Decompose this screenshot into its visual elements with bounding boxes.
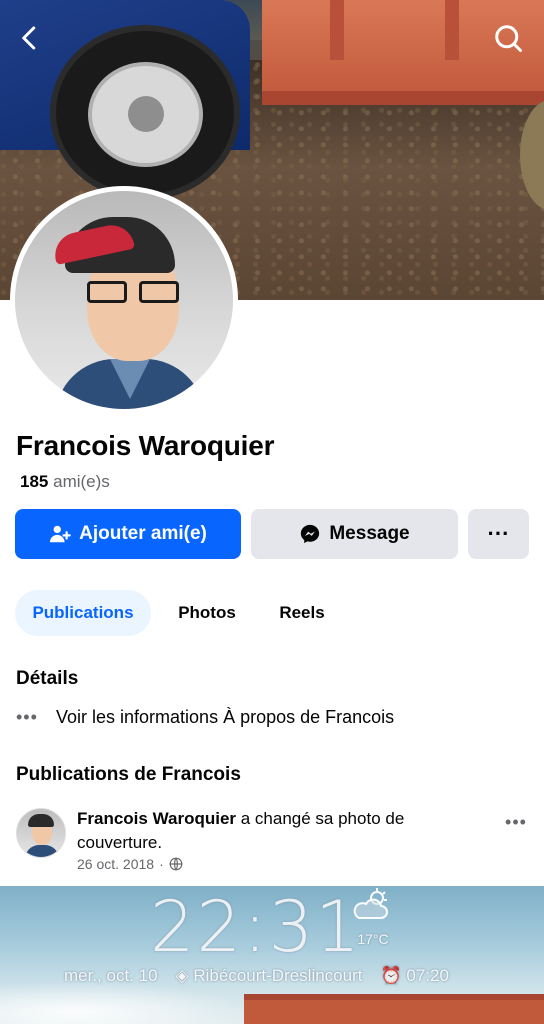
image-clock: 22:31 [150,886,362,968]
cover-trailer-post [445,0,459,60]
weather-icon [353,888,388,919]
post-avatar-cap [28,814,54,827]
cover-trailer-post [330,0,344,60]
more-options-button[interactable]: ··· [468,509,529,559]
profile-picture[interactable] [10,186,238,414]
post-header-text: Francois Waroquier a changé sa photo de … [77,807,477,855]
more-icon: ··· [487,521,510,546]
about-link[interactable]: ••• Voir les informations À propos de Fr… [16,707,394,728]
post-meta-separator: · [159,856,164,872]
image-location: Ribécourt-Dreslincourt [193,966,363,985]
friends-count-number: 185 [20,472,49,491]
image-alarm: 07:20 [406,966,449,985]
image-date: mer., oct. 10 [64,966,158,985]
message-button[interactable]: Message [251,509,458,559]
image-temperature: 17°C [357,931,389,947]
search-icon [495,25,522,52]
post-author-avatar[interactable] [16,808,66,858]
avatar-glasses [87,281,183,305]
alarm-icon: ⏰ [380,966,402,985]
image-alarm-group: ⏰ 07:20 [380,966,448,986]
cover-tractor-hub [88,62,203,167]
post-author-name[interactable]: Francois Waroquier [77,809,236,828]
avatar-shirt [55,359,205,409]
friends-count-label: ami(e)s [53,472,110,491]
image-weather: 17°C [348,886,398,956]
post-date[interactable]: 26 oct. 2018 [77,856,154,872]
posts-heading: Publications de Francois [16,764,241,785]
tab-reels[interactable]: Reels [262,590,342,636]
message-label: Message [329,523,410,544]
globe-icon [169,857,183,871]
profile-name: Francois Waroquier [16,430,275,461]
search-button[interactable] [488,18,528,58]
post-meta: 26 oct. 2018 · [77,856,183,872]
friends-count[interactable]: 185 ami(e)s [20,472,110,492]
image-info: mer., oct. 10 ◈ Ribécourt-Dreslincourt ⏰… [64,966,449,986]
image-location-group: ◈ Ribécourt-Dreslincourt [176,966,363,986]
add-friend-icon [50,525,71,543]
post-avatar-shirt [25,845,59,857]
post-more-button[interactable]: ••• [500,810,532,834]
add-friend-label: Ajouter ami(e) [79,523,207,544]
add-friend-button[interactable]: Ajouter ami(e) [15,509,241,559]
back-button[interactable] [10,18,50,58]
image-trailer [244,994,544,1024]
location-icon: ◈ [175,966,189,985]
back-icon [22,26,36,50]
post-cover-image[interactable]: 22:31 17°C mer., oct. 10 ◈ Ribécourt-Dre… [0,886,544,1024]
details-heading: Détails [16,668,79,689]
tab-publications[interactable]: Publications [15,590,151,636]
image-cloud [0,982,250,1024]
tab-photos[interactable]: Photos [162,590,252,636]
more-dots-icon: ••• [16,707,38,727]
about-link-label: Voir les informations À propos de Franco… [56,707,395,727]
messenger-icon [301,524,320,544]
avatar [15,191,233,409]
